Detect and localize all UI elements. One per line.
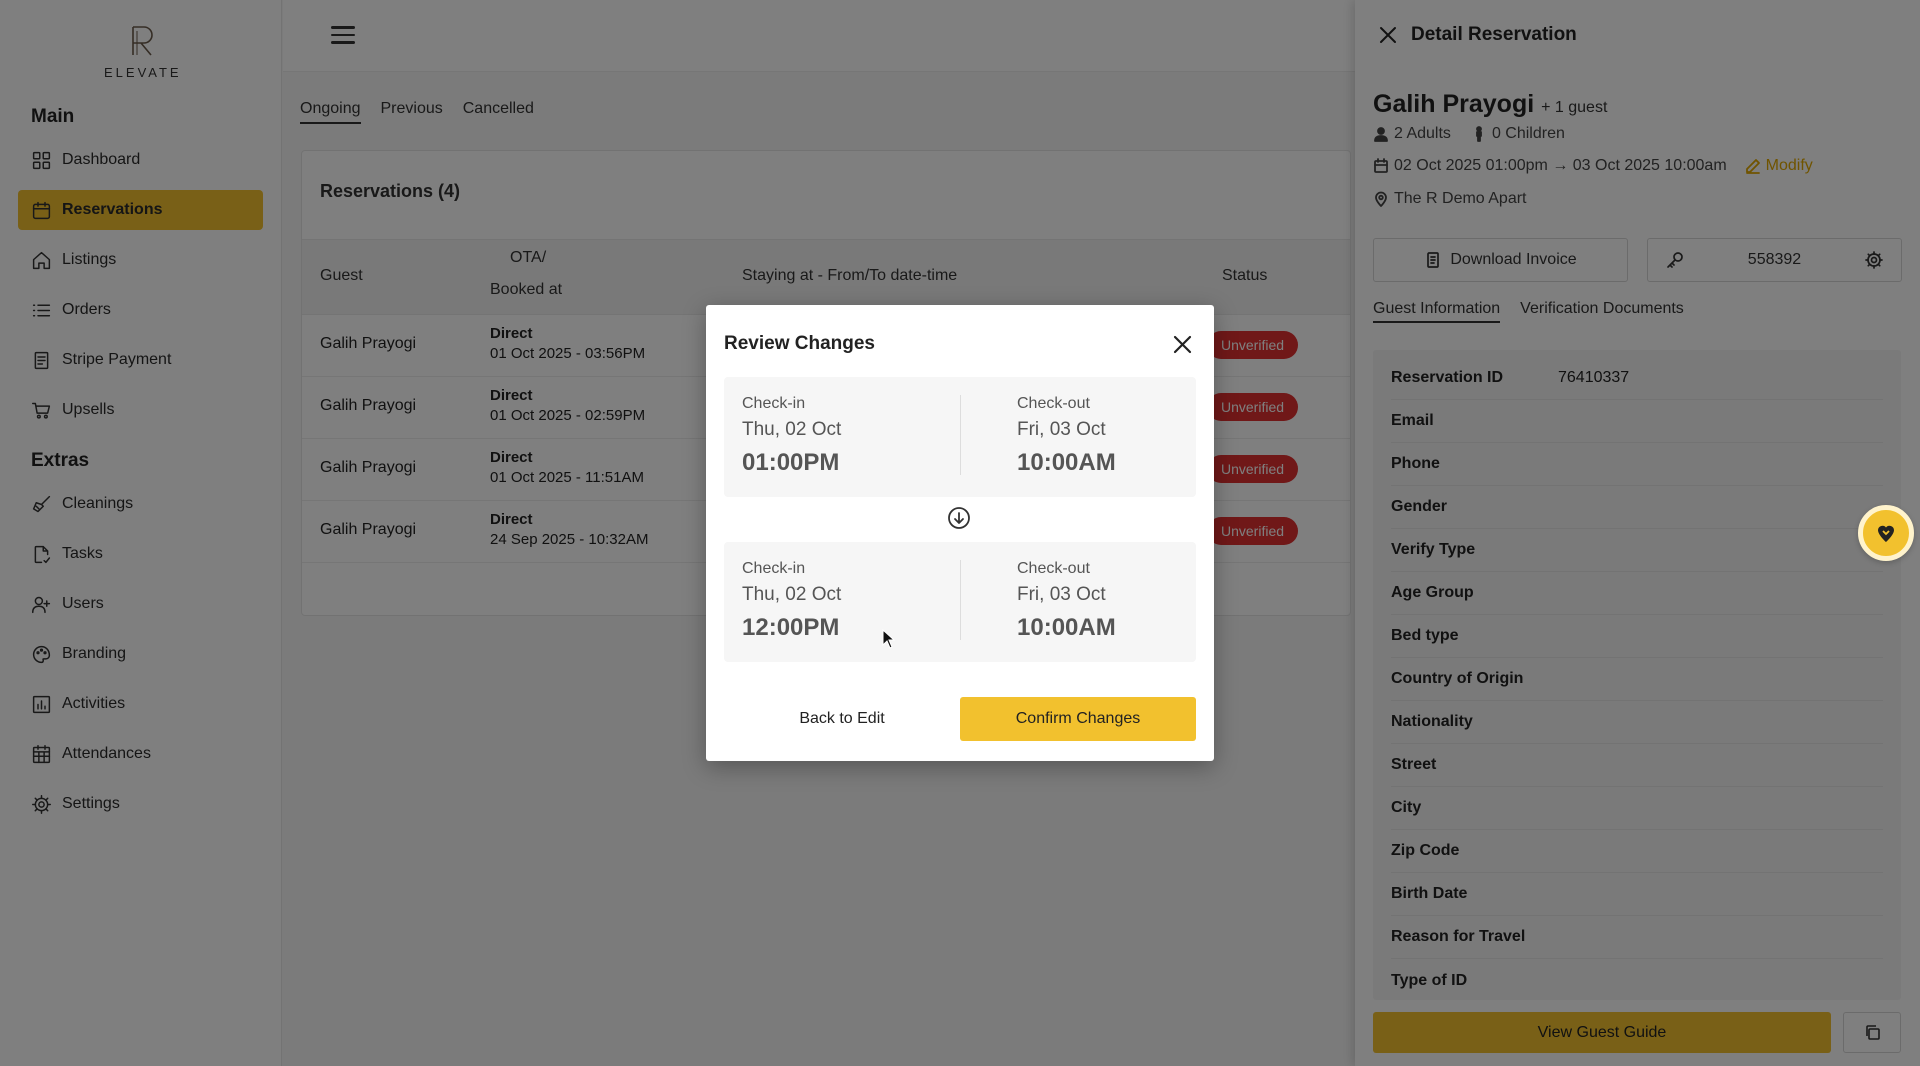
checkout-date: Fri, 03 Oct [1017, 584, 1106, 605]
checkout-new: Check-out Fri, 03 Oct 10:00AM [1017, 560, 1116, 642]
arrow-down-circle-icon [948, 507, 970, 529]
back-to-edit-button[interactable]: Back to Edit [724, 697, 960, 741]
mouse-cursor-icon [882, 629, 896, 649]
divider [960, 560, 961, 640]
checkout-time: 10:00AM [1017, 449, 1116, 476]
checkout-time: 10:00AM [1017, 614, 1116, 641]
checkin-time: 12:00PM [742, 614, 840, 641]
checkin-date: Thu, 02 Oct [742, 584, 842, 605]
modal-title: Review Changes [724, 333, 875, 354]
confirm-changes-button[interactable]: Confirm Changes [960, 697, 1196, 741]
heart-pin-icon [1878, 525, 1894, 542]
checkin-label: Check-in [742, 560, 806, 577]
new-times: Check-in Thu, 02 Oct 12:00PM Check-out F… [724, 542, 1196, 662]
checkin-date: Thu, 02 Oct [742, 419, 842, 440]
close-icon[interactable] [1173, 335, 1192, 354]
checkin-new: Check-in Thu, 02 Oct 12:00PM [742, 560, 841, 642]
checkout-original: Check-out Fri, 03 Oct 10:00AM [1017, 395, 1116, 477]
checkout-date: Fri, 03 Oct [1017, 419, 1106, 440]
checkin-time: 01:00PM [742, 449, 840, 476]
checkin-original: Check-in Thu, 02 Oct 01:00PM [742, 395, 841, 477]
checkout-label: Check-out [1017, 560, 1090, 577]
checkout-label: Check-out [1017, 395, 1090, 412]
original-times: Check-in Thu, 02 Oct 01:00PM Check-out F… [724, 377, 1196, 497]
divider [960, 395, 961, 475]
review-changes-modal: Review Changes Check-in Thu, 02 Oct 01:0… [706, 305, 1214, 761]
checkin-label: Check-in [742, 395, 806, 412]
floating-support-button[interactable] [1858, 505, 1914, 561]
